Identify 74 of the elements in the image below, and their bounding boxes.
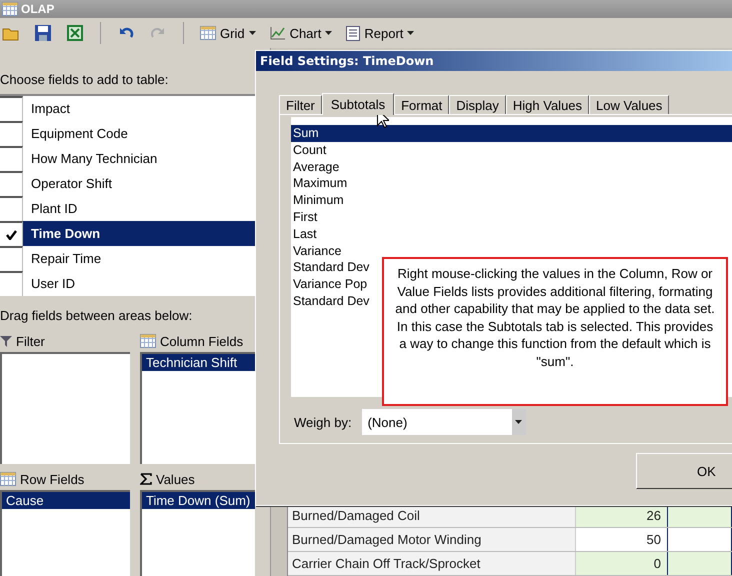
panel-heading: Choose fields to add to table: — [0, 71, 170, 89]
tab[interactable]: Subtotals — [322, 93, 394, 115]
tab[interactable]: Display — [449, 95, 506, 114]
field-item[interactable]: How Many Technician — [23, 146, 255, 171]
ok-button[interactable]: OK — [636, 453, 732, 489]
field-label: Weigh by: — [294, 414, 352, 430]
caret-icon — [248, 31, 256, 35]
panel-heading: Drag fields between areas below: — [0, 307, 194, 325]
list-item[interactable]: Minimum — [291, 192, 732, 209]
tab[interactable]: High Values — [506, 95, 590, 114]
save-icon — [34, 24, 52, 42]
save-button[interactable] — [32, 24, 54, 42]
dialog-title: Field Settings: TimeDown — [256, 51, 732, 71]
list-item[interactable]: Average — [291, 158, 732, 176]
report-icon — [346, 26, 360, 40]
caret-icon — [407, 31, 414, 35]
field-item[interactable]: User ID — [23, 271, 255, 296]
drop-area[interactable]: Cause — [0, 490, 130, 576]
grid-icon — [140, 334, 156, 348]
list-item[interactable]: Maximum — [291, 175, 732, 192]
grid-icon — [200, 26, 216, 40]
list-item[interactable]: Sum — [291, 125, 732, 142]
table-cell — [668, 552, 732, 575]
list-item[interactable]: Variance — [291, 242, 732, 260]
area-heading: Column Fields — [160, 334, 244, 348]
field-item[interactable]: Equipment Code — [23, 121, 255, 146]
checkbox[interactable] — [0, 146, 23, 171]
table-cell: 0 — [576, 552, 668, 575]
checkbox[interactable] — [0, 121, 23, 146]
list-item[interactable]: Last — [291, 226, 732, 243]
drop-area[interactable]: Technician Shift — [140, 352, 255, 464]
checkbox[interactable] — [0, 246, 23, 271]
checkbox[interactable] — [0, 171, 23, 196]
field-item[interactable]: Time Down — [23, 221, 255, 246]
tab[interactable]: Format — [394, 95, 450, 114]
area-heading: Values — [156, 472, 195, 486]
table-cell: Burned/Damaged Motor Winding — [288, 528, 576, 551]
area-field-item[interactable]: Cause — [2, 492, 130, 509]
table-cell: Carrier Chain Off Track/Sprocket — [288, 552, 576, 575]
drop-area[interactable]: Time Down (Sum) — [140, 490, 255, 576]
toolbar-menu-button[interactable]: Grid — [198, 26, 258, 40]
field-item[interactable]: Operator Shift — [23, 171, 255, 196]
checkmark-icon — [6, 230, 16, 240]
list-item[interactable]: First — [291, 208, 732, 226]
callout-tooltip: Right mouse-clicking the values in the Column, Row or Value Fields lists provides additional filtering, formating and other capability that may be applied to the data set. In this case the Subtotals tab is selected. This provides a way to change this function from the default which is "sum". — [382, 257, 728, 406]
checkbox[interactable] — [0, 196, 23, 221]
dropdown[interactable]: (None) — [362, 409, 526, 435]
field-item[interactable]: Plant ID — [23, 196, 255, 221]
area-field-item[interactable]: Technician Shift — [142, 354, 255, 371]
spreadsheet-icon — [66, 24, 84, 42]
tab[interactable]: Filter — [279, 95, 322, 114]
grid-icon — [2, 2, 18, 16]
table-cell: 50 — [576, 528, 668, 551]
spreadsheet-button[interactable] — [64, 24, 86, 42]
checkbox[interactable] — [0, 271, 23, 296]
area-heading: Row Fields — [20, 472, 84, 486]
field-item[interactable]: Repair Time — [23, 246, 255, 271]
checkbox[interactable] — [0, 96, 23, 121]
grid-icon — [0, 472, 16, 486]
sigma-icon — [140, 473, 152, 485]
list-item[interactable]: Count — [291, 142, 732, 159]
drop-area[interactable] — [0, 352, 130, 464]
window-title: OLAP — [21, 2, 54, 16]
field-item[interactable]: Impact — [23, 96, 255, 121]
line-chart-icon — [270, 26, 286, 40]
checkbox[interactable] — [0, 221, 23, 246]
toolbar-menu-button[interactable]: Chart — [268, 26, 334, 40]
tab[interactable]: Low Values — [589, 95, 670, 114]
area-field-item[interactable]: Time Down (Sum) — [142, 492, 255, 509]
caret-icon — [325, 31, 332, 35]
caret-icon — [515, 420, 522, 424]
funnel-icon — [0, 335, 12, 347]
toolbar-menu-button[interactable]: Report — [344, 26, 416, 40]
area-heading: Filter — [16, 334, 45, 348]
